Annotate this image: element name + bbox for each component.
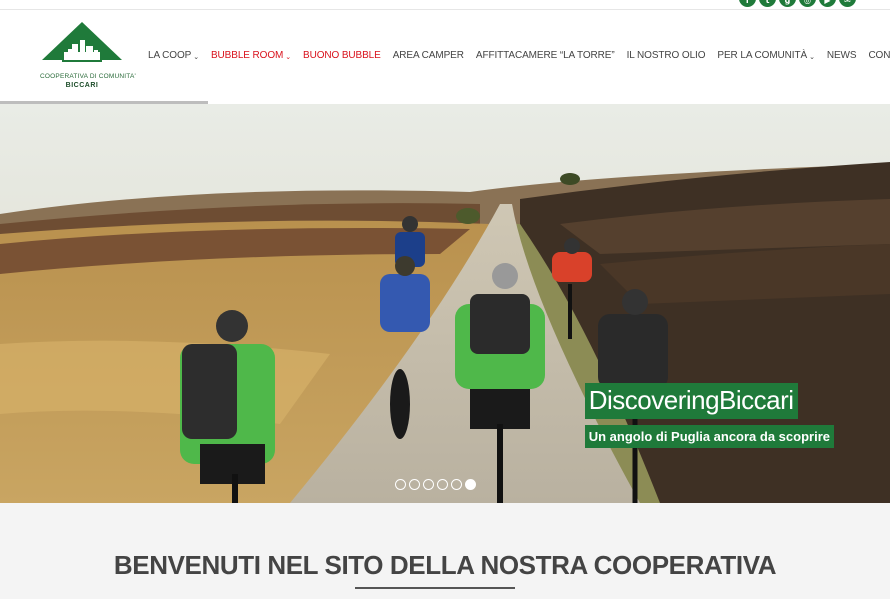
slider-dot[interactable]: [451, 479, 462, 490]
logo-mark: [42, 22, 122, 62]
slider-dot[interactable]: [423, 479, 434, 490]
nav-label: LA COOP: [148, 50, 192, 61]
chevron-down-icon: ⌄: [285, 53, 291, 61]
chevron-down-icon: ⌄: [809, 53, 815, 61]
title-underline: [355, 587, 515, 589]
slider-dot[interactable]: [409, 479, 420, 490]
nav-label: AFFITTACAMERE “LA TORRE”: [475, 50, 615, 61]
nav-item-area-camper[interactable]: AREA CAMPER: [393, 50, 464, 61]
nav-label: BUONO BUBBLE: [303, 50, 381, 61]
nav-item-per-la-comunita[interactable]: PER LA COMUNITÀ ⌄: [717, 50, 815, 61]
logo-text-line1: COOPERATIVA DI COMUNITA': [40, 73, 136, 80]
nav-label: IL NOSTRO OLIO: [626, 50, 706, 61]
main-nav: LA COOP ⌄ BUBBLE ROOM ⌄ BUONO BUBBLE AREA …: [148, 50, 890, 61]
site-header: COOPERATIVA DI COMUNITA' BICCARI LA COOP…: [0, 10, 890, 103]
nav-item-affittacamere[interactable]: AFFITTACAMERE “LA TORRE”: [476, 50, 615, 61]
hero-subtitle: Un angolo di Puglia ancora da scoprire: [584, 425, 834, 448]
email-icon[interactable]: ✉: [839, 0, 856, 7]
instagram-icon[interactable]: ◎: [799, 0, 816, 7]
welcome-title: BENVENUTI NEL SITO DELLA NOSTRA COOPERAT…: [113, 550, 777, 580]
social-links: f t g ◎ ▶ ✉: [739, 0, 856, 7]
google-plus-icon[interactable]: g: [779, 0, 796, 7]
youtube-icon[interactable]: ▶: [819, 0, 836, 7]
nav-label: AREA CAMPER: [392, 50, 464, 61]
hero-caption: DiscoveringBiccari Un angolo di Puglia a…: [584, 383, 834, 448]
logo-text-line2: BICCARI: [65, 82, 99, 89]
site-logo[interactable]: COOPERATIVA DI COMUNITA' BICCARI: [40, 20, 136, 90]
nav-label: PER LA COMUNITÀ: [717, 50, 808, 61]
chevron-down-icon: ⌄: [193, 53, 199, 61]
slider-dot[interactable]: [395, 479, 406, 490]
slider-dot-active[interactable]: [465, 479, 476, 490]
nav-label: CONTATTI: [868, 50, 890, 61]
welcome-section: BENVENUTI NEL SITO DELLA NOSTRA COOPERAT…: [0, 503, 890, 599]
nav-item-contatti[interactable]: CONTATTI: [868, 50, 890, 61]
slider-pagination: [395, 479, 476, 490]
nav-item-il-nostro-olio[interactable]: IL NOSTRO OLIO: [627, 50, 706, 61]
nav-item-la-coop[interactable]: LA COOP ⌄: [148, 50, 199, 61]
hero-title: DiscoveringBiccari: [584, 383, 798, 419]
nav-item-news[interactable]: NEWS: [827, 50, 857, 61]
nav-item-bubble-room[interactable]: BUBBLE ROOM ⌄: [211, 50, 291, 61]
nav-label: BUBBLE ROOM: [210, 50, 284, 61]
slider-dot[interactable]: [437, 479, 448, 490]
facebook-icon[interactable]: f: [739, 0, 756, 7]
hero-slider[interactable]: DiscoveringBiccari Un angolo di Puglia a…: [0, 104, 890, 503]
top-bar: f t g ◎ ▶ ✉: [0, 0, 890, 10]
nav-label: NEWS: [826, 50, 857, 61]
nav-item-buono-bubble[interactable]: BUONO BUBBLE: [303, 50, 381, 61]
twitter-icon[interactable]: t: [759, 0, 776, 7]
